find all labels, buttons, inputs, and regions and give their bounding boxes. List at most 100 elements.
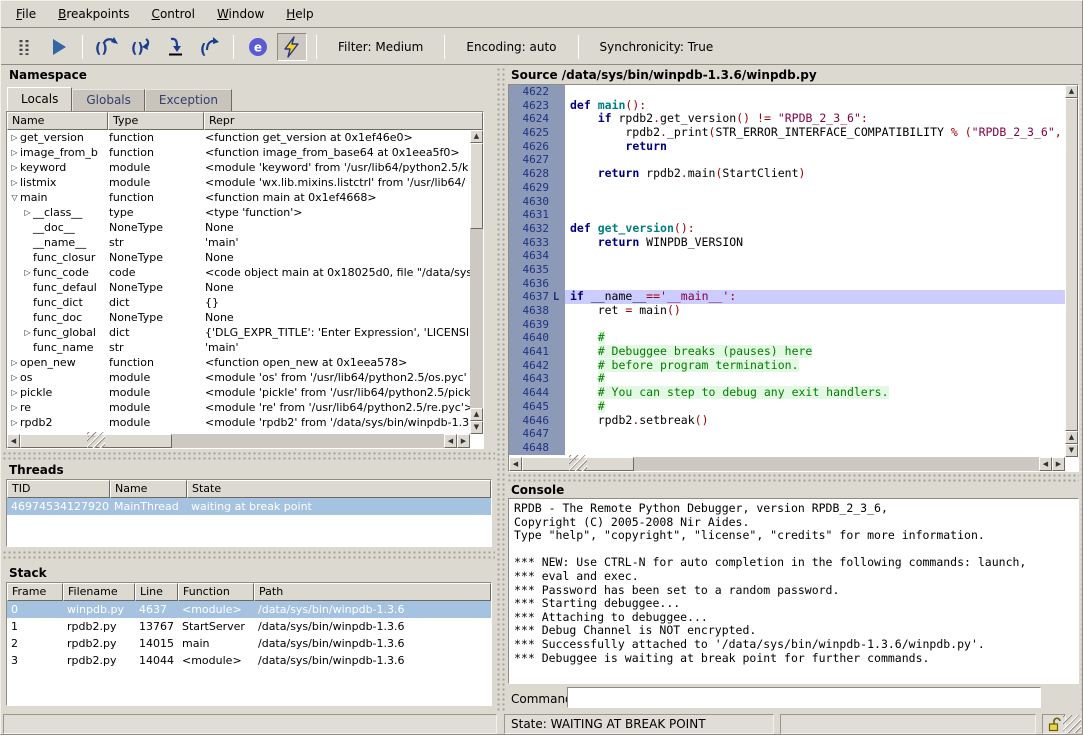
source-line[interactable]: 4637L if __name__=='__main__': bbox=[509, 290, 1065, 304]
step-button[interactable]: () bbox=[126, 33, 156, 61]
scroll-down-icon[interactable]: ▼ bbox=[470, 421, 483, 434]
expand-arrow-icon[interactable]: ▷ bbox=[9, 133, 20, 142]
stack-frame-row[interactable]: 2 rpdb2.py 14015 main /data/sys/bin/winp… bbox=[7, 635, 491, 652]
column-header-line[interactable]: Line bbox=[135, 583, 178, 601]
command-input[interactable] bbox=[567, 687, 1041, 708]
expand-arrow-icon[interactable]: ▷ bbox=[9, 148, 20, 157]
source-line[interactable]: 4625 rpdb2._print(STR_ERROR_INTERFACE_CO… bbox=[509, 126, 1065, 140]
line-number-gutter[interactable]: 4623 bbox=[509, 99, 565, 113]
scroll-track[interactable] bbox=[470, 229, 483, 408]
thread-row[interactable]: 46974534127920 MainThread waiting at bre… bbox=[7, 498, 491, 515]
namespace-row[interactable]: __name__ str 'main' bbox=[7, 235, 470, 250]
expand-arrow-icon[interactable]: ▷ bbox=[9, 178, 20, 187]
source-line[interactable]: 4640 # bbox=[509, 331, 1065, 345]
expand-arrow-icon[interactable]: ▷ bbox=[9, 403, 20, 412]
expand-arrow-icon[interactable]: ▷ bbox=[9, 163, 20, 172]
line-number-gutter[interactable]: 4641 bbox=[509, 345, 565, 359]
source-line[interactable]: 4629 bbox=[509, 181, 1065, 195]
source-line[interactable]: 4636 bbox=[509, 277, 1065, 291]
namespace-row[interactable]: ▷func_global dict {'DLG_EXPR_TITLE': 'En… bbox=[7, 325, 470, 340]
scroll-left-icon[interactable]: ◀ bbox=[444, 434, 457, 448]
line-number-gutter[interactable]: 4634 bbox=[509, 249, 565, 263]
next-button[interactable]: () bbox=[92, 33, 122, 61]
threads-stack-splitter[interactable] bbox=[1, 549, 495, 561]
line-number-gutter[interactable]: 4645 bbox=[509, 400, 565, 414]
source-line[interactable]: 4645 # bbox=[509, 400, 1065, 414]
source-line[interactable]: 4624 if rpdb2.get_version() != "RPDB_2_3… bbox=[509, 112, 1065, 126]
namespace-horizontal-scrollbar[interactable]: ◀ ⋯ ◀ ▶ bbox=[7, 434, 470, 448]
source-line[interactable]: 4635 bbox=[509, 263, 1065, 277]
line-number-gutter[interactable]: 4626 bbox=[509, 140, 565, 154]
namespace-row[interactable]: func_doc NoneType None bbox=[7, 310, 470, 325]
expand-arrow-icon[interactable]: ▷ bbox=[9, 418, 20, 427]
menu-help[interactable]: Help bbox=[275, 2, 324, 26]
column-header-repr[interactable]: Repr bbox=[204, 112, 483, 130]
stack-frame-row[interactable]: 3 rpdb2.py 14044 <module> /data/sys/bin/… bbox=[7, 652, 491, 669]
line-number-gutter[interactable]: 4631 bbox=[509, 208, 565, 222]
namespace-row[interactable]: __doc__ NoneType None bbox=[7, 220, 470, 235]
line-number-gutter[interactable]: 4636 bbox=[509, 277, 565, 291]
namespace-row[interactable]: ▷func_code code <code object main at 0x1… bbox=[7, 265, 470, 280]
menu-control[interactable]: Control bbox=[141, 2, 206, 26]
tab-locals[interactable]: Locals bbox=[7, 87, 72, 112]
vertical-splitter[interactable] bbox=[495, 66, 506, 711]
column-header-frame[interactable]: Frame bbox=[7, 583, 63, 601]
expand-arrow-icon[interactable]: ▷ bbox=[9, 388, 20, 397]
namespace-row[interactable]: ▷rpdb2 module <module 'rpdb2' from '/dat… bbox=[7, 415, 470, 430]
scroll-thumb[interactable] bbox=[470, 143, 483, 229]
scroll-left-icon[interactable]: ◀ bbox=[509, 457, 522, 471]
scroll-up-icon[interactable]: ▲ bbox=[470, 130, 483, 143]
scroll-thumb[interactable]: ⋯ bbox=[20, 434, 172, 448]
goto-button[interactable]: ( bbox=[194, 33, 224, 61]
column-header-path[interactable]: Path bbox=[254, 583, 491, 601]
console-output[interactable]: RPDB - The Remote Python Debugger, versi… bbox=[508, 498, 1079, 684]
column-header-state[interactable]: State bbox=[187, 480, 491, 498]
source-console-splitter[interactable] bbox=[506, 472, 1079, 482]
source-line[interactable]: 4627 bbox=[509, 153, 1065, 167]
menu-window[interactable]: Window bbox=[206, 2, 275, 26]
source-line[interactable]: 4626 return bbox=[509, 140, 1065, 154]
line-number-gutter[interactable]: 4622 bbox=[509, 85, 565, 99]
scroll-right-icon[interactable]: ▶ bbox=[1052, 457, 1065, 471]
scroll-thumb[interactable] bbox=[1065, 98, 1078, 431]
source-line[interactable]: 4632 def get_version(): bbox=[509, 222, 1065, 236]
source-line[interactable]: 4647 bbox=[509, 427, 1065, 441]
line-number-gutter[interactable]: 4624 bbox=[509, 112, 565, 126]
expand-arrow-icon[interactable]: ▽ bbox=[9, 193, 20, 202]
source-lines[interactable]: 4622 4623 def main(): 4624 if rpdb2.get_… bbox=[509, 85, 1065, 457]
namespace-row[interactable]: ▷os module <module 'os' from '/usr/lib64… bbox=[7, 370, 470, 385]
namespace-row[interactable]: ▷keyword module <module 'keyword' from '… bbox=[7, 160, 470, 175]
namespace-row[interactable]: ▷image_from_b function <function image_f… bbox=[7, 145, 470, 160]
expand-arrow-icon[interactable]: ▷ bbox=[22, 208, 33, 217]
line-number-gutter[interactable]: 4628 bbox=[509, 167, 565, 181]
line-number-gutter[interactable]: 4643 bbox=[509, 372, 565, 386]
source-line[interactable]: 4639 bbox=[509, 318, 1065, 332]
scroll-left-icon[interactable]: ◀ bbox=[7, 434, 20, 448]
line-number-gutter[interactable]: 4635 bbox=[509, 263, 565, 277]
column-header-name[interactable]: Name bbox=[7, 112, 108, 130]
source-line[interactable]: 4641 # Debuggee breaks (pauses) here bbox=[509, 345, 1065, 359]
source-line[interactable]: 4628 return rpdb2.main(StartClient) bbox=[509, 167, 1065, 181]
namespace-row[interactable]: func_name str 'main' bbox=[7, 340, 470, 355]
line-number-gutter[interactable]: 4638 bbox=[509, 304, 565, 318]
namespace-row[interactable]: func_defaul NoneType None bbox=[7, 280, 470, 295]
line-number-gutter[interactable]: 4648 bbox=[509, 441, 565, 455]
source-line[interactable]: 4630 bbox=[509, 195, 1065, 209]
namespace-row[interactable]: ▷re module <module 're' from '/usr/lib64… bbox=[7, 400, 470, 415]
column-header-filename[interactable]: Filename bbox=[63, 583, 135, 601]
line-number-gutter[interactable]: 4647 bbox=[509, 427, 565, 441]
stack-frame-row[interactable]: 0 winpdb.py 4637 <module> /data/sys/bin/… bbox=[7, 601, 491, 618]
line-number-gutter[interactable]: 4640 bbox=[509, 331, 565, 345]
column-header-tid[interactable]: TID bbox=[7, 480, 110, 498]
namespace-row[interactable]: ▷pickle module <module 'pickle' from '/u… bbox=[7, 385, 470, 400]
column-header-type[interactable]: Type bbox=[108, 112, 204, 130]
source-line[interactable]: 4622 bbox=[509, 85, 1065, 99]
line-number-gutter[interactable]: 4630 bbox=[509, 195, 565, 209]
scroll-right-icon[interactable]: ▶ bbox=[457, 434, 470, 448]
scroll-left-icon[interactable]: ◀ bbox=[1039, 457, 1052, 471]
expand-arrow-icon[interactable]: ▷ bbox=[22, 328, 33, 337]
source-vertical-scrollbar[interactable]: ▲ ▲ ▼ bbox=[1065, 85, 1078, 457]
namespace-threads-splitter[interactable] bbox=[1, 450, 495, 462]
expand-arrow-icon[interactable]: ▷ bbox=[9, 373, 20, 382]
line-number-gutter[interactable]: 4629 bbox=[509, 181, 565, 195]
